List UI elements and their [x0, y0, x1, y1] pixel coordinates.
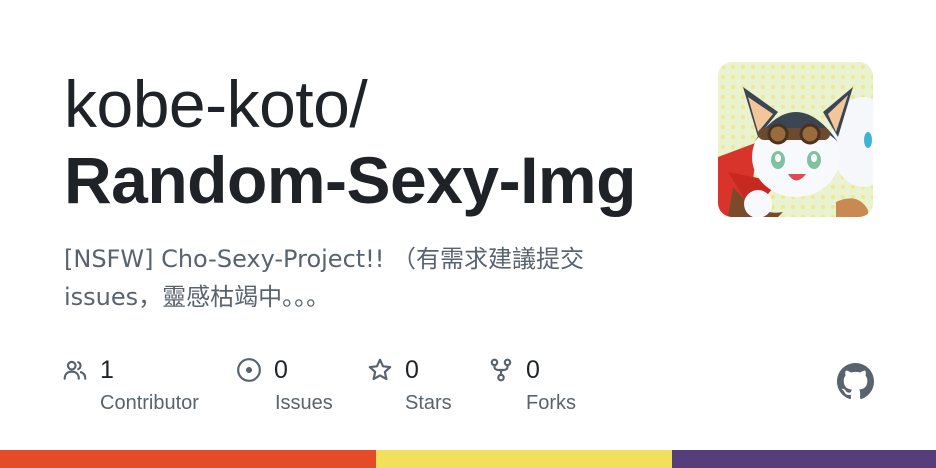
- repo-owner: kobe-koto/: [64, 67, 368, 141]
- language-bar-right: [672, 450, 936, 468]
- stat-stars: 0 Stars: [367, 352, 452, 415]
- stat-forks: 0 Forks: [488, 352, 576, 415]
- contributor-count: 1: [100, 355, 114, 384]
- fork-label: Forks: [526, 392, 576, 414]
- contributor-label: Contributor: [100, 392, 199, 414]
- issue-label: Issues: [275, 392, 333, 414]
- fork-count: 0: [526, 355, 540, 384]
- repo-description: [NSFW] Cho-Sexy-Project!! （有需求建議提交 issue…: [64, 240, 624, 316]
- description-line-2: issues，靈感枯竭中。。。: [64, 283, 331, 311]
- issue-icon: [236, 357, 262, 383]
- description-line-1: [NSFW] Cho-Sexy-Project!! （有需求建議提交: [64, 245, 585, 273]
- language-bar-middle: [376, 450, 672, 468]
- star-count: 0: [405, 355, 419, 384]
- github-icon: [837, 363, 874, 400]
- star-icon: [367, 357, 393, 383]
- stat-contributors: 1 Contributor: [62, 352, 199, 415]
- owner-avatar: [718, 62, 873, 217]
- star-label: Stars: [405, 392, 452, 414]
- stat-issues: 0 Issues: [236, 352, 333, 415]
- repo-name: Random-Sexy-Img: [64, 143, 636, 217]
- issue-count: 0: [274, 355, 288, 384]
- people-icon: [62, 357, 88, 383]
- language-bar-left: [0, 450, 376, 468]
- fork-icon: [488, 357, 514, 383]
